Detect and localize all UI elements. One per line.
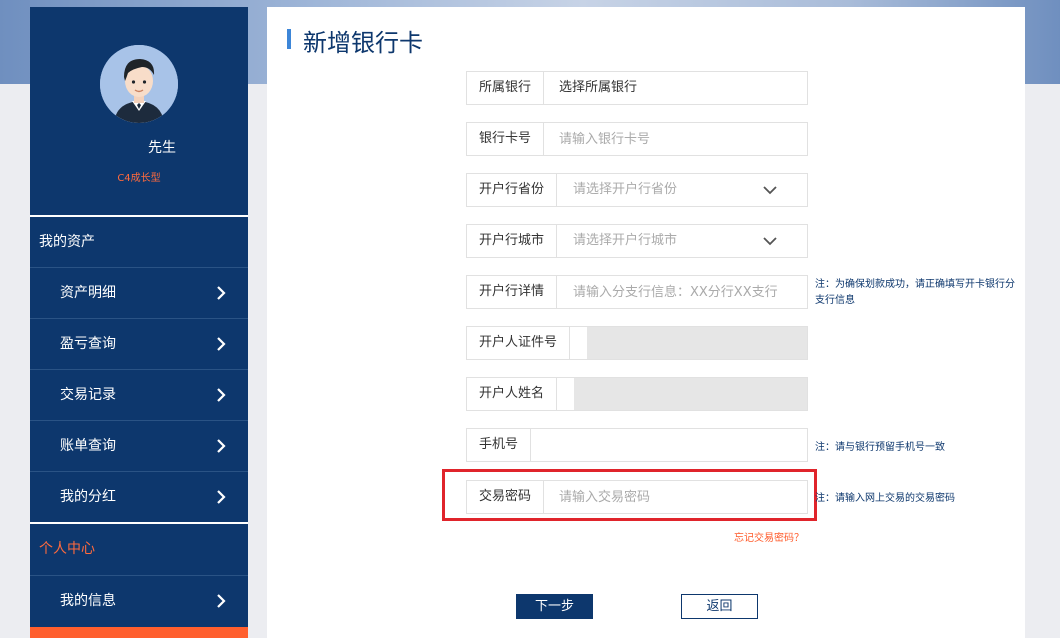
branch-detail-field: 开户行详情 xyxy=(466,275,808,309)
sidebar-section-personal[interactable]: 个人中心 xyxy=(30,524,248,574)
sidebar-item-label: 账单查询 xyxy=(60,438,116,454)
id-number-field: 开户人证件号 xyxy=(466,326,808,360)
holder-name-value xyxy=(574,378,807,410)
avatar xyxy=(100,45,178,123)
holder-name-field: 开户人姓名 xyxy=(466,377,808,411)
field-label: 所属银行 xyxy=(467,72,545,104)
trade-password-note: 注：请输入网上交易的交易密码 xyxy=(815,493,955,504)
id-number-value xyxy=(587,327,807,359)
chevron-right-icon xyxy=(217,337,226,351)
field-label: 手机号 xyxy=(467,429,532,461)
trade-password-input[interactable] xyxy=(559,481,807,513)
forgot-password-link[interactable]: 忘记交易密码？ xyxy=(734,529,804,544)
phone-input[interactable] xyxy=(546,429,807,461)
chevron-down-icon[interactable] xyxy=(763,184,777,196)
bank-select[interactable]: 所属银行 选择所属银行 xyxy=(466,71,808,105)
field-label: 开户人证件号 xyxy=(467,327,571,359)
back-button[interactable]: 返回 xyxy=(681,594,758,619)
field-label: 开户行详情 xyxy=(467,276,558,308)
sidebar-item-label: 我的信息 xyxy=(60,593,116,609)
chevron-right-icon xyxy=(217,594,226,608)
sidebar-item-bills[interactable]: 账单查询 xyxy=(30,420,248,471)
field-label: 开户人姓名 xyxy=(467,378,558,410)
sidebar-item-my-info[interactable]: 我的信息 xyxy=(30,575,248,626)
province-select[interactable]: 开户行省份 请选择开户行省份 xyxy=(466,173,808,207)
field-label: 交易密码 xyxy=(467,481,545,513)
chevron-right-icon xyxy=(217,388,226,402)
chevron-right-icon xyxy=(217,439,226,453)
sidebar-item-profit-loss[interactable]: 盈亏查询 xyxy=(30,318,248,369)
profile-panel: 先生 C4成长型 xyxy=(30,7,248,215)
bank-select-value[interactable]: 选择所属银行 xyxy=(547,72,807,104)
main-panel: 新增银行卡 所属银行 选择所属银行 银行卡号 开户行省份 请选择开户行省份 开户… xyxy=(267,7,1025,638)
chevron-down-icon[interactable] xyxy=(763,235,777,247)
sidebar-item-label: 资产明细 xyxy=(60,285,116,301)
avatar-icon xyxy=(100,45,178,123)
trade-password-field: 交易密码 xyxy=(466,480,808,514)
sidebar-item-label: 交易记录 xyxy=(60,387,116,403)
user-level-badge: C4成长型 xyxy=(117,173,161,184)
field-label: 开户行城市 xyxy=(467,225,558,257)
chevron-right-icon xyxy=(217,490,226,504)
phone-field: 手机号 xyxy=(466,428,808,462)
city-select[interactable]: 开户行城市 请选择开户行城市 xyxy=(466,224,808,258)
phone-note: 注：请与银行预留手机号一致 xyxy=(815,442,945,453)
branch-detail-input[interactable] xyxy=(573,276,807,308)
user-name: 先生 xyxy=(148,140,176,156)
page-title: 新增银行卡 xyxy=(303,29,423,57)
card-number-input[interactable] xyxy=(559,123,807,155)
field-label: 开户行省份 xyxy=(467,174,558,206)
sidebar-item-asset-detail[interactable]: 资产明细 xyxy=(30,267,248,318)
field-label: 银行卡号 xyxy=(467,123,545,155)
card-number-field: 银行卡号 xyxy=(466,122,808,156)
sidebar-item-label: 我的分红 xyxy=(60,489,116,505)
sidebar-item-label: 盈亏查询 xyxy=(60,336,116,352)
sidebar-section-assets: 我的资产 xyxy=(39,234,95,250)
branch-note: 注：为确保划款成功，请正确填写开卡银行分 支行信息 xyxy=(815,279,1015,306)
sidebar-item-dividends[interactable]: 我的分红 xyxy=(30,471,248,522)
title-accent-bar xyxy=(287,29,291,49)
chevron-right-icon xyxy=(217,286,226,300)
sidebar: 先生 C4成长型 我的资产 资产明细 盈亏查询 交易记录 账单查询 我的分红 个… xyxy=(30,7,248,638)
next-step-button[interactable]: 下一步 xyxy=(516,594,593,619)
sidebar-item-transactions[interactable]: 交易记录 xyxy=(30,369,248,420)
sidebar-active-accent xyxy=(30,627,248,638)
